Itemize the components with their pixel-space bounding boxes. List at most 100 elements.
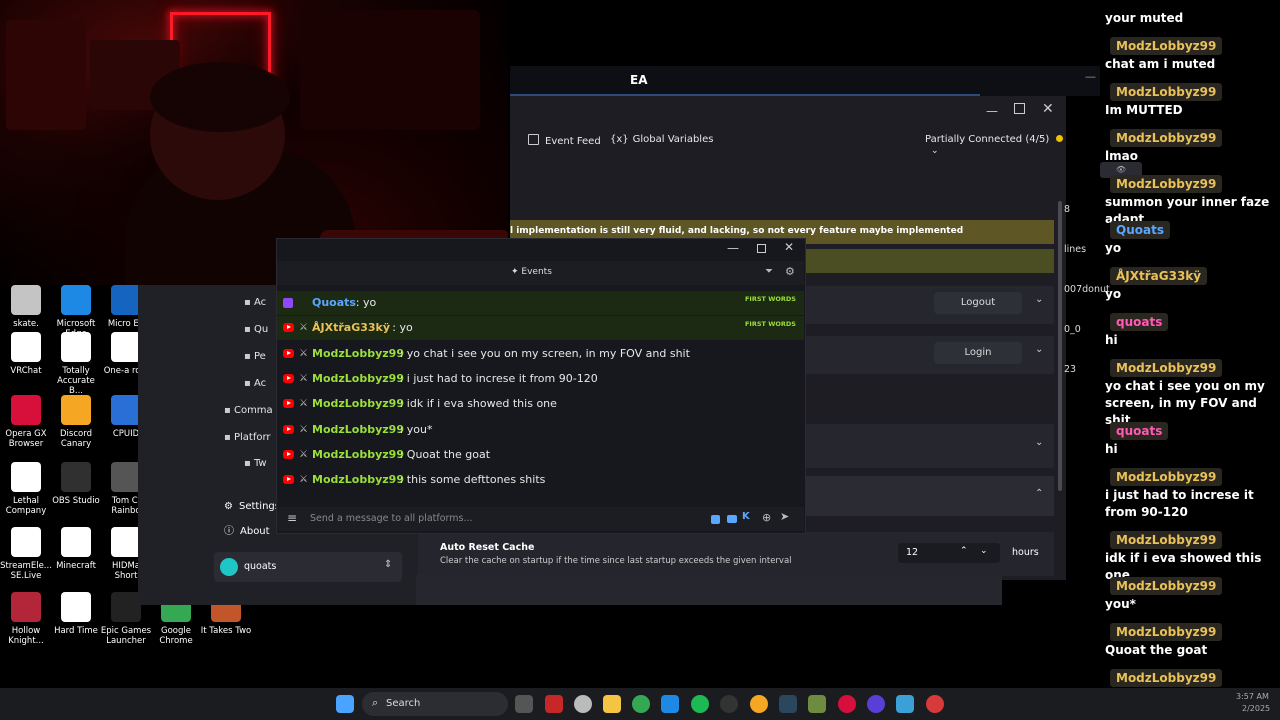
desktop-icon[interactable]: Opera GX Browser: [0, 395, 52, 449]
stepper-up-icon[interactable]: ⌃: [960, 546, 968, 556]
chevron-down-icon[interactable]: ⌄: [1035, 294, 1043, 305]
youtube-icon[interactable]: [727, 515, 737, 523]
overlay-chat-username: Quoats: [1110, 221, 1170, 239]
app-icon[interactable]: [926, 695, 944, 713]
chat-message[interactable]: ⚔ ModzLobbyz99: this some defttones shits: [277, 468, 804, 492]
obs-icon[interactable]: [720, 695, 738, 713]
auto-reset-title: Auto Reset Cache: [440, 542, 535, 553]
desktop-icon[interactable]: OBS Studio: [50, 462, 102, 506]
close-icon[interactable]: ✕: [784, 240, 794, 254]
desktop-icon[interactable]: Discord Canary: [50, 395, 102, 449]
scrollbar-thumb[interactable]: [1058, 201, 1062, 491]
desktop-app-icon: [11, 395, 41, 425]
chat-input[interactable]: Send a message to all platforms...: [310, 513, 473, 524]
overlay-chat-username: ModzLobbyz99: [1110, 531, 1223, 549]
desktop-icon[interactable]: Microsoft Edge: [50, 285, 102, 339]
connection-status[interactable]: Partially Connected (4/5) ⌄: [925, 134, 1066, 156]
account-switcher[interactable]: quoats ⇕: [214, 552, 402, 582]
interval-stepper[interactable]: 12 ⌃ ⌄: [898, 543, 1000, 563]
chat-username[interactable]: ModzLobbyz99: [312, 418, 404, 442]
emoji-icon[interactable]: ⊕: [762, 511, 771, 524]
stepper-down-icon[interactable]: ⌄: [980, 546, 988, 556]
store-icon[interactable]: [661, 695, 679, 713]
opera-gx-icon[interactable]: [838, 695, 856, 713]
send-icon[interactable]: ➤: [780, 510, 789, 523]
chevron-up-icon[interactable]: ⌃: [1035, 488, 1043, 499]
app-icon[interactable]: [574, 695, 592, 713]
chat-message[interactable]: ⚔ ModzLobbyz99: you*: [277, 418, 804, 442]
nav-item[interactable]: ▪ Ac: [244, 378, 266, 389]
maximize-icon[interactable]: [1014, 103, 1025, 114]
chat-username[interactable]: ModzLobbyz99: [312, 367, 404, 391]
app-icon[interactable]: [896, 695, 914, 713]
chevron-down-icon[interactable]: ⌄: [1035, 437, 1043, 448]
desktop-icon[interactable]: StreamEle... SE.Live: [0, 527, 52, 581]
nav-item[interactable]: ▪ Tw: [244, 458, 267, 469]
desktop-icon-label: Opera GX Browser: [5, 429, 47, 449]
desktop-icon[interactable]: Totally Accurate B...: [50, 332, 102, 396]
voicemod-icon[interactable]: [545, 695, 563, 713]
desktop-icon[interactable]: VRChat: [0, 332, 52, 376]
overlay-chat-username: ModzLobbyz99: [1110, 577, 1223, 595]
desktop-icon[interactable]: Minecraft: [50, 527, 102, 571]
about-item[interactable]: ⓘ About: [224, 522, 270, 537]
desktop-icon[interactable]: skate.: [0, 285, 52, 329]
nav-item[interactable]: ▪ Comma: [224, 405, 273, 416]
chat-message[interactable]: ⚔ ModzLobbyz99: i just had to increse it …: [277, 367, 804, 391]
chat-message[interactable]: ⚔ ModzLobbyz99: Quoat the goat: [277, 443, 804, 467]
menu-icon[interactable]: ≡: [287, 511, 297, 525]
windows-start-icon[interactable]: [336, 695, 354, 713]
gear-icon: ⚙: [224, 501, 233, 512]
nav-item[interactable]: ▪ Ac: [244, 297, 266, 308]
minimize-icon[interactable]: —: [1085, 70, 1096, 83]
desktop-icon[interactable]: Hard Time: [50, 592, 102, 636]
interval-value: 12: [906, 547, 919, 558]
overlay-chat-text: your muted: [1105, 11, 1184, 25]
chat-username[interactable]: ModzLobbyz99: [312, 392, 404, 416]
event-feed-button[interactable]: Event Feed: [528, 134, 601, 147]
chat-username[interactable]: ÅJXtřaG33kÿ: [312, 316, 390, 340]
minimize-icon[interactable]: —: [727, 241, 739, 255]
desktop-icon[interactable]: Lethal Company: [0, 462, 52, 516]
logout-button[interactable]: Logout: [934, 292, 1022, 314]
nav-item[interactable]: ▪ Qu: [244, 324, 268, 335]
chat-message[interactable]: ⚔ ModzLobbyz99: idk if i eva showed this …: [277, 392, 804, 416]
chat-message[interactable]: ⚔ ModzLobbyz99: yo chat i see you on my s…: [277, 342, 804, 366]
task-view-icon[interactable]: [515, 695, 533, 713]
nav-icon: ▪: [244, 324, 254, 335]
chat-username[interactable]: ModzLobbyz99: [312, 342, 404, 366]
tab-events[interactable]: ✦ Events: [511, 267, 552, 277]
nav-item[interactable]: ▪ Pe: [244, 351, 266, 362]
minecraft-icon[interactable]: [808, 695, 826, 713]
steam-icon[interactable]: [779, 695, 797, 713]
chat-message[interactable]: ⚔ ÅJXtřaG33kÿ: yo FIRST WORDS: [277, 316, 804, 341]
clock-date[interactable]: 2/2025: [1242, 704, 1270, 713]
app-icon[interactable]: [867, 695, 885, 713]
maximize-icon[interactable]: [757, 244, 766, 253]
desktop-icon[interactable]: Hollow Knight...: [0, 592, 52, 646]
chat-username[interactable]: ModzLobbyz99: [312, 443, 404, 467]
chevron-down-icon[interactable]: ⌄: [1035, 344, 1043, 355]
minimize-icon[interactable]: —: [986, 104, 998, 118]
gear-icon[interactable]: ⚙: [785, 265, 795, 278]
taskbar-search[interactable]: ⌕ Search: [362, 692, 508, 716]
chat-message[interactable]: Quoats: yo FIRST WORDS: [277, 291, 804, 315]
filter-icon[interactable]: ⏷: [765, 266, 773, 277]
discord-icon[interactable]: [750, 695, 768, 713]
file-explorer-icon[interactable]: [603, 695, 621, 713]
global-variables-button[interactable]: {x} Global Variables: [610, 134, 713, 145]
chat-username[interactable]: ModzLobbyz99: [312, 468, 404, 492]
close-icon[interactable]: ✕: [1042, 101, 1054, 117]
overlay-chat-username: ModzLobbyz99: [1110, 623, 1223, 641]
login-button[interactable]: Login: [934, 342, 1022, 364]
chat-username[interactable]: Quoats: [312, 291, 356, 315]
kick-icon[interactable]: K: [742, 511, 750, 522]
spotify-icon[interactable]: [691, 695, 709, 713]
nav-item[interactable]: ▪ Platforr: [224, 432, 271, 443]
chrome-icon[interactable]: [632, 695, 650, 713]
clock-time[interactable]: 3:57 AM: [1236, 692, 1269, 701]
account-name: quoats: [244, 561, 277, 572]
settings-item[interactable]: ⚙ Settings: [224, 501, 280, 512]
youtube-icon: [283, 475, 294, 485]
twitch-icon[interactable]: [711, 515, 720, 524]
